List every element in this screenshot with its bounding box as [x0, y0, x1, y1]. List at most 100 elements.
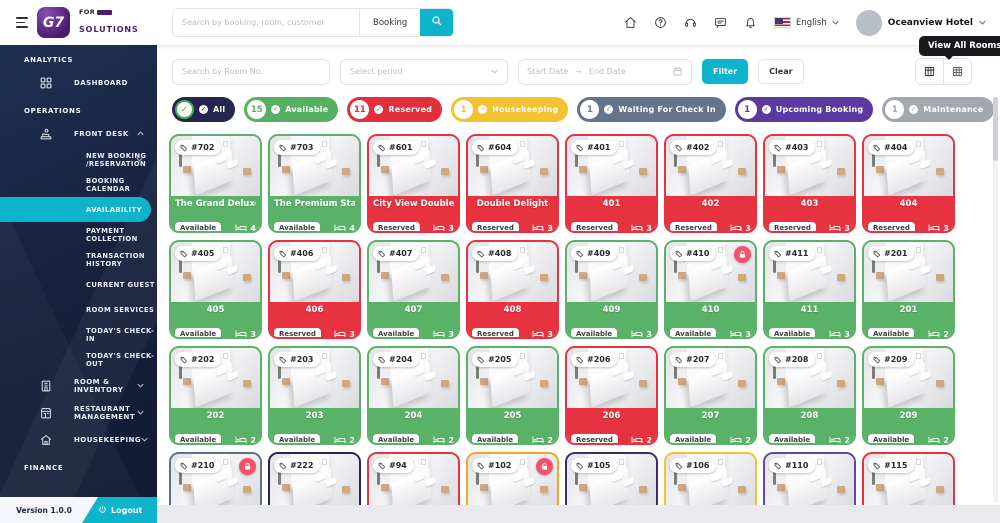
room-card-206[interactable]: #206 206 Reserved 2: [565, 346, 658, 445]
account-menu[interactable]: Oceanview Hotel: [856, 10, 986, 36]
clear-button[interactable]: Clear: [758, 59, 803, 84]
photo-decor: [441, 274, 449, 281]
room-card-94[interactable]: #94: [367, 452, 460, 506]
chat-icon[interactable]: [714, 16, 727, 29]
room-card-202[interactable]: #202 202 Available 2: [169, 346, 262, 445]
room-card-201[interactable]: #201 201 Available 2: [862, 240, 955, 339]
language-select[interactable]: English: [774, 17, 839, 28]
room-card-401[interactable]: #401 401 Reserved 3: [565, 134, 658, 233]
room-card-102[interactable]: #102: [466, 452, 559, 506]
vertical-scrollbar[interactable]: [993, 97, 998, 503]
grid-view-icon[interactable]: [916, 59, 943, 84]
photo-decor: [282, 378, 290, 385]
search-category-select[interactable]: Booking: [359, 9, 420, 36]
room-name: 202: [175, 411, 256, 421]
room-card-208[interactable]: #208 208 Available 2: [763, 346, 856, 445]
photo-decor: [322, 459, 327, 465]
room-card-210[interactable]: #210: [169, 452, 262, 506]
room-card-105[interactable]: #105: [565, 452, 658, 506]
room-card-115[interactable]: #115: [862, 452, 955, 506]
menu-toggle-icon[interactable]: [16, 17, 28, 27]
status-chip-all[interactable]: ✓ ✓ All: [172, 97, 235, 122]
sidebar-item-new-booking-reservation[interactable]: NEW BOOKING /RESERVATION: [0, 147, 157, 172]
photo-decor: [223, 353, 228, 359]
check-circle-icon: ✓: [604, 105, 613, 114]
room-card-205[interactable]: #205 205 Available 2: [466, 346, 559, 445]
tag-icon: [774, 144, 782, 152]
app-logo-text: FOR SOLUTIONS: [79, 8, 139, 36]
room-card-702[interactable]: #702 The Grand Deluxe Available 4: [169, 134, 262, 233]
room-card-403[interactable]: #403 403 Reserved 3: [763, 134, 856, 233]
room-name: 403: [769, 199, 850, 209]
photo-decor: [421, 353, 426, 359]
room-card-222[interactable]: #222: [268, 452, 361, 506]
home-icon[interactable]: [624, 16, 637, 29]
room-card-106[interactable]: #106: [664, 452, 757, 506]
room-card-604[interactable]: #604 Double Delight Reserved 3: [466, 134, 559, 233]
sidebar-item-today-s-check-out[interactable]: TODAY'S CHECK-OUT: [0, 347, 157, 372]
room-card-207[interactable]: #207 207 Available 2: [664, 346, 757, 445]
photo-decor: [282, 272, 290, 279]
status-chip-waiting-for-check-in[interactable]: 1 ✓ Waiting For Check In: [577, 97, 725, 122]
sidebar-item-payment-collection[interactable]: PAYMENT COLLECTION: [0, 222, 157, 247]
sidebar-item-label: HOUSEKEEPING: [74, 436, 141, 444]
logout-button[interactable]: Logout: [98, 497, 157, 523]
sidebar-item-today-s-check-in[interactable]: TODAY'S CHECK-IN: [0, 322, 157, 347]
room-card-110[interactable]: #110: [763, 452, 856, 506]
housekeeping-icon: [40, 433, 53, 446]
room-number-badge: #94: [373, 458, 414, 473]
chip-count: 1: [580, 100, 599, 119]
room-card-404[interactable]: #404 404 Reserved 3: [862, 134, 955, 233]
date-range-picker[interactable]: Start Date → End Date: [518, 59, 692, 85]
room-status-badge: Available: [373, 328, 419, 339]
room-card-409[interactable]: #409 409 Available 3: [565, 240, 658, 339]
status-chip-housekeeping[interactable]: 1 ✓ Housekeeping: [451, 97, 568, 122]
table-view-icon[interactable]: [943, 59, 971, 84]
room-name: 407: [373, 305, 454, 315]
sidebar-item-restaurant-management[interactable]: RESTAURANT MANAGEMENT: [0, 399, 157, 426]
support-icon[interactable]: [684, 16, 697, 29]
room-no-search: [172, 59, 330, 85]
period-select[interactable]: Select period: [340, 59, 508, 85]
sidebar-item-availability[interactable]: AVAILABILITY: [0, 197, 151, 222]
room-no-input[interactable]: [173, 67, 329, 76]
sidebar-item-front-desk[interactable]: FRONT DESK: [0, 120, 157, 147]
room-status-badge: Reserved: [769, 222, 816, 233]
sidebar-item-label: PAYMENT COLLECTION: [86, 227, 157, 243]
filter-button[interactable]: Filter: [702, 59, 748, 84]
room-card-footer: 402 Reserved 3: [666, 196, 755, 233]
room-card-408[interactable]: #408 408 Reserved 3: [466, 240, 559, 339]
room-card-402[interactable]: #402 402 Reserved 3: [664, 134, 757, 233]
photo-decor: [936, 380, 944, 387]
status-chip-reserved[interactable]: 11 ✓ Reserved: [347, 97, 442, 122]
room-card-601[interactable]: #601 City View Double Reserved 3: [367, 134, 460, 233]
sidebar-item-room-inventory[interactable]: ROOM & INVENTORY: [0, 372, 157, 399]
sidebar-item-room-services[interactable]: ROOM SERVICES: [0, 297, 157, 322]
sidebar-item-booking-calendar[interactable]: BOOKING CALENDAR: [0, 172, 157, 197]
status-chip-maintenance[interactable]: 1 ✓ Maintenance: [882, 97, 993, 122]
search-button[interactable]: [420, 9, 453, 36]
room-card-406[interactable]: #406 406 Reserved 3: [268, 240, 361, 339]
chevron-down-icon: [136, 157, 143, 162]
room-card-410[interactable]: #410 410 Available 3: [664, 240, 757, 339]
sidebar-item-dashboard[interactable]: DASHBOARD: [0, 69, 157, 96]
status-chip-upcoming-booking[interactable]: 1 ✓ Upcoming Booking: [735, 97, 874, 122]
room-card-footer: 205 Available 2: [468, 408, 557, 445]
room-card-209[interactable]: #209 209 Available 2: [862, 346, 955, 445]
room-card-405[interactable]: #405 405 Available 3: [169, 240, 262, 339]
sidebar-item-current-guest[interactable]: CURRENT GUEST: [0, 272, 157, 297]
room-card-411[interactable]: #411 411 Available 3: [763, 240, 856, 339]
room-number-badge: #411: [769, 246, 815, 261]
help-icon[interactable]: [654, 16, 667, 29]
room-card-203[interactable]: #203 203 Available 2: [268, 346, 361, 445]
sidebar-item-housekeeping[interactable]: HOUSEKEEPING: [0, 426, 157, 453]
room-card-407[interactable]: #407 407 Available 3: [367, 240, 460, 339]
room-card-703[interactable]: #703 The Premium Stay Available 4: [268, 134, 361, 233]
status-chip-available[interactable]: 15 ✓ Available: [244, 97, 338, 122]
tag-icon: [576, 356, 584, 364]
room-card-204[interactable]: #204 204 Available 2: [367, 346, 460, 445]
sidebar-item-transaction-history[interactable]: TRANSACTION HISTORY: [0, 247, 157, 272]
tag-icon: [576, 250, 584, 258]
notifications-icon[interactable]: [744, 16, 757, 29]
global-search-input[interactable]: [173, 9, 359, 36]
